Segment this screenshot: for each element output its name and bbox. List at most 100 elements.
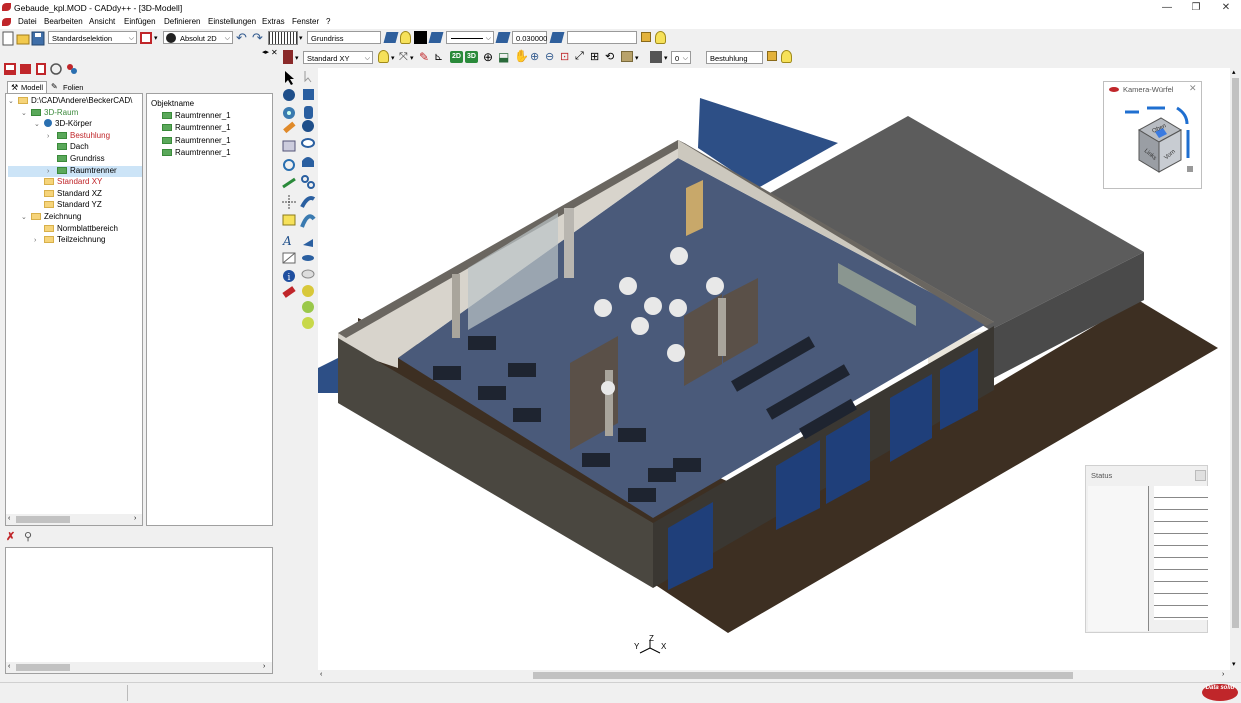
tree-item[interactable]: Standard XZ [8,189,142,201]
object-list-item[interactable]: Raumtrenner_1 [162,136,231,148]
paint-brush-icon[interactable] [283,50,293,64]
selection-filter-icon[interactable] [140,32,152,44]
zoom-window-icon[interactable]: ⊡ [560,50,569,63]
properties-hscroll-thumb[interactable] [16,664,70,671]
selection-mode-select[interactable]: Standardselektion ⌵ [48,31,137,44]
linetype-layer-icon[interactable] [428,32,444,43]
pan-hand-icon[interactable]: ✋ [514,49,529,63]
properties-hscrollbar[interactable]: ‹ › [6,662,272,673]
line-width-input[interactable]: 0.030000 [512,31,547,44]
scroll-up-icon[interactable]: ▴ [1232,68,1236,76]
value-input[interactable]: 0 ⌵ [671,51,691,64]
layer-icon[interactable] [383,32,399,43]
box-icon[interactable] [621,51,633,62]
coord-mode-select[interactable]: Absolut 2D ⌵ [163,31,233,44]
new-file-icon[interactable] [2,31,14,46]
maximize-button[interactable]: ❐ [1181,0,1211,16]
menu-datei[interactable]: Datei [18,17,37,26]
navigate-icon[interactable]: ⬓ [498,50,509,64]
yellow-ball-icon[interactable] [302,285,314,297]
scroll-left-icon[interactable]: ‹ [8,663,10,670]
box-dropdown-icon[interactable]: ▾ [635,54,639,62]
half-cylinder-icon[interactable] [302,157,314,167]
lightbulb-icon[interactable] [378,50,389,63]
pen-input[interactable] [567,31,637,44]
settings-icon[interactable] [67,64,77,74]
cut-icon[interactable] [20,64,31,74]
scroll-left-icon[interactable]: ‹ [8,515,10,522]
tree-item[interactable]: Dach [8,142,142,154]
rotate-icon[interactable] [283,159,295,171]
redo-icon[interactable]: ↷ [252,30,263,46]
tree-item[interactable]: › Teilzeichnung [8,235,142,247]
measure-icon[interactable]: ⊾ [434,50,443,63]
select-arrow-alt-icon[interactable] [304,71,312,83]
panel-collapse-icon[interactable]: ◂▸ [262,48,269,56]
close-button[interactable]: ✕ [1211,0,1241,16]
view-cube[interactable] [1119,100,1194,184]
lightbulb-icon[interactable] [781,50,792,63]
expand-down-icon[interactable]: ⌄ [21,213,31,221]
tree-item[interactable]: Standard YZ [8,200,142,212]
selection-filter-dropdown-icon[interactable]: ▾ [154,34,158,42]
tree-item[interactable]: ⌄ Zeichnung [8,212,142,224]
layer-manager-icon[interactable] [4,63,16,75]
lightbulb-icon[interactable] [400,31,411,44]
expand-down-icon[interactable]: ⌄ [8,97,18,105]
color-swatch[interactable] [414,31,427,44]
orbit-icon[interactable]: ⊕ [483,50,493,64]
group-input[interactable]: Bestuhlung [706,51,763,64]
chain-icon[interactable] [301,175,315,189]
lightbulb-dropdown-icon[interactable]: ▾ [391,54,395,62]
expand-down-icon[interactable]: ⌄ [21,109,31,117]
folder-icon[interactable] [767,51,777,61]
panel-close-icon[interactable]: ✕ [271,48,278,57]
delete-icon[interactable] [36,63,46,75]
menu-einfuegen[interactable]: Einfügen [124,17,156,26]
tree-item[interactable]: Standard XY [8,177,142,189]
tree-item[interactable]: Grundriss [8,154,142,166]
menu-bearbeiten[interactable]: Bearbeiten [44,17,83,26]
brush-dropdown-icon[interactable]: ▾ [295,54,299,62]
viewport-vscroll-thumb[interactable] [1232,78,1239,628]
cylinder-icon[interactable] [304,106,313,119]
scroll-down-icon[interactable]: ▾ [1232,660,1236,668]
pencil-icon[interactable]: ✎ [419,50,429,64]
green-ball-icon[interactable] [302,301,314,313]
pencil-edit-icon[interactable] [283,121,296,134]
linewidth-layer-icon[interactable] [495,32,511,43]
zoom-all-icon[interactable]: ⤢ [575,50,584,63]
object-list-item[interactable]: Raumtrenner_1 [162,148,231,160]
cone-icon[interactable] [303,239,313,247]
ellipse-icon[interactable] [301,138,315,148]
clear-icon[interactable]: ✗ [6,530,15,543]
cube-settings-icon[interactable] [1187,166,1193,172]
tree-item[interactable]: › Raumtrenner [8,165,142,178]
viewport-3d[interactable]: Z Y X Kamera-Würfel ✕ Oben Links Vorn St… [318,68,1230,670]
viewport-vscrollbar[interactable]: ▴ ▾ [1230,68,1241,670]
refresh-icon[interactable] [50,63,62,75]
zoom-in-icon[interactable]: ⊕ [530,50,539,63]
fill-dropdown-icon[interactable]: ▾ [664,54,668,62]
measure-distance-icon[interactable] [282,177,296,189]
tree-item[interactable]: ⌄ D:\CAD\Andere\BeckerCAD\ [8,96,142,108]
hatch-icon[interactable] [282,252,296,264]
pipe-icon[interactable] [300,196,316,208]
tree-item[interactable]: ⌄ 3D-Körper [8,119,142,131]
expand-right-icon[interactable]: › [34,237,44,244]
tab-folien[interactable]: ✎ Folien [48,82,88,93]
tree-item[interactable]: ⌄ 3D-Raum [8,108,142,120]
sweep-icon[interactable] [300,214,316,228]
zoom-extents-icon[interactable]: ⊞ [590,50,599,63]
tree-hscroll-thumb[interactable] [16,516,70,523]
menu-einstellungen[interactable]: Einstellungen [208,17,256,26]
folder-icon[interactable] [641,32,651,42]
torus-icon[interactable] [283,107,295,119]
menu-help[interactable]: ? [326,17,330,26]
minimize-button[interactable]: — [1152,0,1182,16]
object-list-item[interactable]: Raumtrenner_1 [162,123,231,135]
pin-icon[interactable]: ⚲ [24,530,32,543]
tab-modell[interactable]: ⚒ Modell [7,81,47,93]
text-tool-icon[interactable]: A [282,234,292,248]
linetype-select[interactable]: ⌵ [446,31,494,44]
